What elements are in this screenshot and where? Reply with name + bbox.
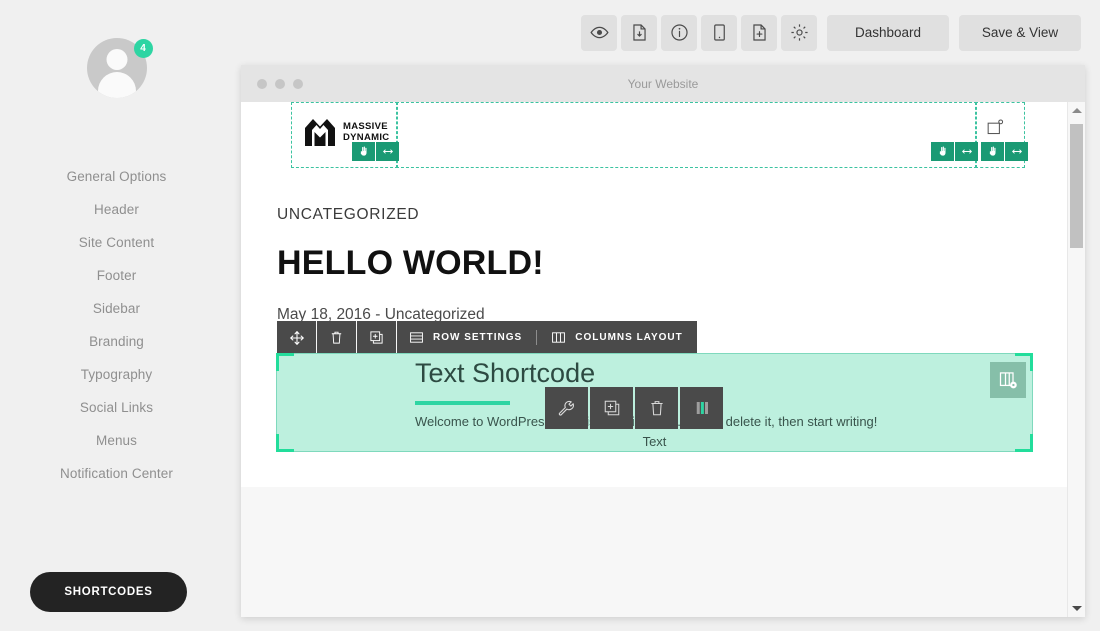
preview-viewport: MASSIVE DYNAMIC: [241, 102, 1085, 617]
row-toolbar: ROW SETTINGS COLUMNS LAYOUT: [277, 321, 697, 354]
resize-corner-top-left[interactable]: [276, 353, 294, 371]
site-page-canvas: MASSIVE DYNAMIC: [241, 102, 1068, 487]
row-settings-label: ROW SETTINGS: [433, 332, 522, 343]
scroll-up-arrow-icon[interactable]: [1068, 102, 1085, 119]
columns-settings-icon: [998, 370, 1018, 390]
scrollbar-thumb[interactable]: [1070, 124, 1083, 248]
text-shortcode-block[interactable]: Text Shortcode Welcome to WordPress. Thi…: [277, 354, 1032, 451]
sidebar-item-footer[interactable]: Footer: [0, 259, 233, 292]
resize-horizontal-icon[interactable]: [376, 142, 399, 161]
duplicate-icon[interactable]: [590, 387, 633, 429]
dashboard-button[interactable]: Dashboard: [827, 15, 949, 51]
sidebar-item-site-content[interactable]: Site Content: [0, 226, 233, 259]
top-toolbar: Dashboard Save & View: [233, 0, 1100, 65]
file-add-icon[interactable]: [741, 15, 777, 51]
mobile-device-icon[interactable]: [701, 15, 737, 51]
drag-hand-icon[interactable]: [931, 142, 954, 161]
post-category-label: UNCATEGORIZED: [277, 206, 1032, 224]
rows-icon: [409, 330, 424, 345]
builder-row: ROW SETTINGS COLUMNS LAYOUT Text S: [277, 354, 1032, 487]
preview-eye-icon[interactable]: [581, 15, 617, 51]
window-dot-minimize[interactable]: [275, 79, 285, 89]
site-header-row: MASSIVE DYNAMIC: [241, 102, 1068, 168]
row-settings-button[interactable]: ROW SETTINGS COLUMNS LAYOUT: [397, 321, 697, 354]
columns-layout-label: COLUMNS LAYOUT: [575, 332, 683, 343]
logo-line-1: MASSIVE: [343, 121, 389, 132]
sidebar-item-general-options[interactable]: General Options: [0, 160, 233, 193]
columns-bars-icon: [693, 399, 711, 417]
shortcodes-button[interactable]: SHORTCODES: [30, 572, 187, 612]
triangle-up: [1072, 108, 1082, 113]
sidebar-item-notification-center[interactable]: Notification Center: [0, 457, 233, 490]
avatar-notification-badge[interactable]: 4: [134, 39, 153, 58]
window-dot-maximize[interactable]: [293, 79, 303, 89]
cart-icon[interactable]: [986, 118, 1005, 137]
avatar-head-shape: [106, 49, 127, 70]
avatar-body-shape: [98, 72, 136, 98]
nav-element-outline[interactable]: [396, 102, 977, 168]
sidebar-item-social-links[interactable]: Social Links: [0, 391, 233, 424]
post-title: HELLO WORLD!: [277, 244, 1032, 283]
sidebar-item-header[interactable]: Header: [0, 193, 233, 226]
columns-icon: [551, 330, 566, 345]
preview-scrollbar[interactable]: [1067, 102, 1085, 617]
resize-horizontal-icon[interactable]: [1005, 142, 1028, 161]
sidebar-item-typography[interactable]: Typography: [0, 358, 233, 391]
sidebar-nav: General Options Header Site Content Foot…: [0, 160, 233, 490]
info-circle-icon[interactable]: [661, 15, 697, 51]
preview-window-chrome: Your Website: [241, 65, 1085, 102]
drag-hand-icon[interactable]: [352, 142, 375, 161]
window-dot-close[interactable]: [257, 79, 267, 89]
trash-icon[interactable]: [317, 321, 357, 354]
wrench-edit-icon[interactable]: [545, 387, 588, 429]
column-settings-button[interactable]: [990, 362, 1026, 398]
shortcode-accent-rule: [415, 401, 510, 405]
resize-horizontal-icon[interactable]: [955, 142, 978, 161]
logo-drag-handles[interactable]: [352, 142, 400, 161]
avatar[interactable]: 4: [87, 38, 147, 98]
massive-dynamic-logo-icon: [303, 117, 337, 147]
triangle-down: [1072, 606, 1082, 611]
sidebar-item-branding[interactable]: Branding: [0, 325, 233, 358]
save-and-view-button[interactable]: Save & View: [959, 15, 1081, 51]
sidebar-item-menus[interactable]: Menus: [0, 424, 233, 457]
logo-wordmark: MASSIVE DYNAMIC: [343, 121, 389, 143]
element-toolbar: [545, 387, 725, 429]
post-content: UNCATEGORIZED HELLO WORLD! May 18, 2016 …: [241, 168, 1068, 324]
duplicate-icon[interactable]: [357, 321, 397, 354]
file-download-icon[interactable]: [621, 15, 657, 51]
left-sidebar: 4 General Options Header Site Content Fo…: [0, 0, 233, 631]
shortcode-title: Text Shortcode: [415, 358, 595, 389]
columns-icon[interactable]: [680, 387, 723, 429]
move-arrows-icon[interactable]: [277, 321, 317, 354]
sidebar-item-sidebar[interactable]: Sidebar: [0, 292, 233, 325]
cart-drag-handles[interactable]: [981, 142, 1029, 161]
preview-window: Your Website MASSIVE DYNAMIC: [241, 65, 1085, 617]
scroll-down-arrow-icon[interactable]: [1068, 600, 1085, 617]
trash-icon[interactable]: [635, 387, 678, 429]
nav-drag-handles[interactable]: [931, 142, 979, 161]
gear-icon[interactable]: [781, 15, 817, 51]
drag-hand-icon[interactable]: [981, 142, 1004, 161]
element-type-label: Text: [277, 434, 1032, 449]
toolbar-separator: [536, 330, 537, 345]
preview-window-title: Your Website: [241, 65, 1085, 102]
